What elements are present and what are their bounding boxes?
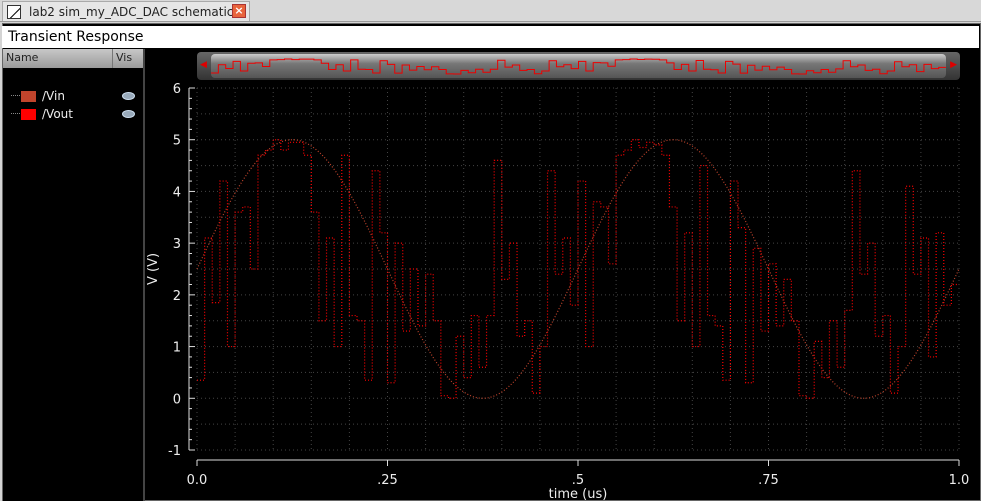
y-tick-label: 2 — [173, 289, 181, 304]
x-tick-label: .75 — [758, 473, 779, 488]
col-vis[interactable]: Vis — [113, 49, 135, 68]
vin-swatch — [21, 90, 36, 102]
y-tick-label: 6 — [173, 82, 181, 97]
vout-swatch — [21, 108, 36, 120]
eye-icon[interactable] — [122, 110, 135, 118]
legend-label: /Vout — [42, 107, 73, 121]
legend-label: /Vin — [42, 89, 65, 103]
scroll-right-icon[interactable]: ▶ — [950, 60, 957, 70]
tab-bar: lab2 sim_my_ADC_DAC schematic × — [0, 0, 981, 22]
overview-vout — [211, 58, 946, 75]
y-tick-label: 0 — [173, 392, 181, 407]
scroll-left-icon[interactable]: ◀ — [200, 60, 207, 70]
tab-schematic[interactable]: lab2 sim_my_ADC_DAC schematic × — [2, 1, 250, 21]
overview-trace — [211, 58, 946, 75]
close-icon[interactable]: × — [232, 4, 246, 18]
y-tick-label: 3 — [173, 237, 181, 252]
y-tick-label: 5 — [173, 134, 181, 149]
x-tick-label: .5 — [572, 473, 584, 488]
window-title: Transient Response — [2, 26, 979, 48]
x-tick-label: 0.0 — [187, 473, 208, 488]
y-tick-label: -1 — [168, 444, 181, 459]
legend-panel: Name Vis /Vin /Vout — [3, 49, 145, 501]
scroll-thumb[interactable] — [211, 54, 946, 78]
col-name[interactable]: Name — [3, 49, 113, 68]
eye-icon[interactable] — [122, 92, 135, 100]
tab-title: lab2 sim_my_ADC_DAC schematic — [29, 4, 234, 19]
y-axis-label: V (V) — [147, 253, 161, 285]
x-tick-label: .25 — [377, 473, 398, 488]
y-tick-label: 1 — [173, 341, 181, 356]
waveform-plot[interactable]: 6 5 4 3 2 1 0 -1 0.0 .25 .5 .75 1.0 time (us) V (V) — [147, 49, 981, 501]
legend-item-vout[interactable]: /Vout — [11, 107, 141, 121]
schematic-icon — [7, 4, 21, 19]
x-axis-label: time (us) — [549, 487, 608, 501]
y-tick-label: 4 — [173, 185, 181, 200]
legend-item-vin[interactable]: /Vin — [11, 89, 141, 103]
x-tick-label: 1.0 — [949, 473, 970, 488]
overview-scrollbar[interactable]: ◀ ▶ — [197, 52, 960, 80]
